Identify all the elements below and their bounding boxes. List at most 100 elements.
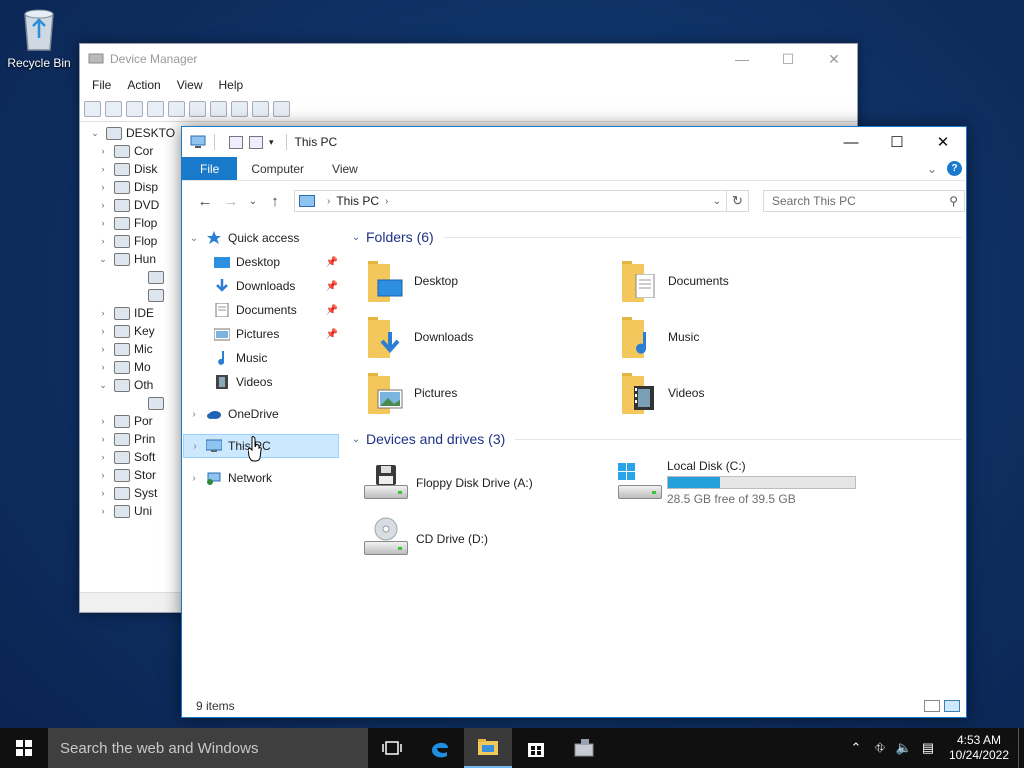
chevron-down-icon[interactable]: ⌄	[88, 128, 102, 139]
device-tree-item[interactable]: › Soft	[88, 448, 190, 466]
dm-minimize-button[interactable]: —	[719, 51, 765, 68]
enable-device-icon[interactable]	[273, 100, 290, 117]
uninstall-device-icon[interactable]	[252, 100, 269, 117]
explorer-titlebar[interactable]: ▾ This PC — ☐ ✕	[182, 127, 966, 157]
nav-item-music[interactable]: Music	[182, 346, 342, 370]
device-tree-item[interactable]: › Cor	[88, 142, 190, 160]
dm-menu-file[interactable]: File	[84, 78, 119, 92]
device-tree-item[interactable]	[88, 268, 190, 286]
chevron-down-icon[interactable]: ⌄	[348, 434, 364, 445]
close-button[interactable]: ✕	[920, 127, 966, 157]
chevron-right-icon[interactable]: ›	[96, 362, 110, 372]
properties-icon[interactable]	[126, 100, 143, 117]
update-driver-icon[interactable]	[231, 100, 248, 117]
chevron-right-icon[interactable]: ›	[96, 146, 110, 156]
nav-item-network[interactable]: › Network	[182, 466, 342, 490]
pin-icon[interactable]: 📌	[326, 305, 338, 316]
device-tree-item[interactable]: › Disk	[88, 160, 190, 178]
device-tree-item[interactable]: › Key	[88, 322, 190, 340]
chevron-right-icon[interactable]: ›	[96, 470, 110, 480]
device-tree-item[interactable]: › Uni	[88, 502, 190, 520]
drive-floppy[interactable]: Floppy Disk Drive (A:)	[348, 455, 602, 511]
start-button[interactable]	[0, 728, 48, 768]
device-manager-titlebar[interactable]: Device Manager — ☐ ✕	[80, 44, 857, 74]
device-tree-item[interactable]: › Por	[88, 412, 190, 430]
breadcrumb-separator[interactable]: ›	[385, 196, 388, 207]
device-tree-item[interactable]: › DVD	[88, 196, 190, 214]
devices-view-icon[interactable]	[189, 100, 206, 117]
dm-menu-view[interactable]: View	[169, 78, 211, 92]
folder-tile-pictures[interactable]: Pictures	[348, 365, 602, 421]
tab-computer[interactable]: Computer	[237, 157, 318, 180]
device-tree-item[interactable]: › Stor	[88, 466, 190, 484]
maximize-button[interactable]: ☐	[874, 127, 920, 157]
taskbar-device-manager-button[interactable]	[560, 728, 608, 768]
chevron-right-icon[interactable]: ›	[96, 344, 110, 354]
taskbar-search-input[interactable]: Search the web and Windows	[48, 728, 368, 768]
drive-cd[interactable]: CD Drive (D:)	[348, 511, 602, 567]
device-tree-item[interactable]	[88, 394, 190, 412]
chevron-right-icon[interactable]: ›	[96, 488, 110, 498]
dm-menu-help[interactable]: Help	[211, 78, 252, 92]
nav-item-pictures[interactable]: Pictures 📌	[182, 322, 342, 346]
chevron-right-icon[interactable]: ›	[96, 236, 110, 246]
device-tree-item[interactable]: ⌄ Oth	[88, 376, 190, 394]
tab-file[interactable]: File	[182, 157, 238, 180]
chevron-right-icon[interactable]: ›	[182, 409, 206, 420]
breadcrumb-separator[interactable]: ›	[327, 196, 330, 207]
help-icon[interactable]: ?	[947, 161, 962, 176]
chevron-right-icon[interactable]: ›	[96, 164, 110, 174]
dm-maximize-button[interactable]: ☐	[765, 51, 811, 68]
properties-icon[interactable]	[229, 135, 243, 149]
large-icons-view-icon[interactable]	[944, 700, 960, 712]
chevron-right-icon[interactable]: ›	[96, 452, 110, 462]
chevron-down-icon[interactable]: ⌄	[182, 233, 206, 244]
folder-tile-documents[interactable]: Documents	[602, 253, 856, 309]
chevron-right-icon[interactable]: ›	[96, 326, 110, 336]
pin-icon[interactable]: 📌	[326, 329, 338, 340]
nav-item-videos[interactable]: Videos	[182, 370, 342, 394]
folder-tile-music[interactable]: Music	[602, 309, 856, 365]
list-view-icon[interactable]	[147, 100, 164, 117]
device-tree-item[interactable]: › Flop	[88, 214, 190, 232]
nav-item-documents[interactable]: Documents 📌	[182, 298, 342, 322]
device-tree-item[interactable]: › Prin	[88, 430, 190, 448]
recent-locations-button[interactable]: ⌄	[244, 196, 262, 207]
details-view-icon[interactable]	[924, 700, 940, 712]
dm-menu-action[interactable]: Action	[119, 78, 168, 92]
chevron-right-icon[interactable]: ›	[184, 441, 206, 452]
clock[interactable]: 4:53 AM 10/24/2022	[940, 733, 1018, 763]
chevron-right-icon[interactable]: ›	[182, 473, 206, 484]
new-folder-icon[interactable]	[249, 135, 263, 149]
volume-muted-icon[interactable]: 🔈	[892, 740, 916, 756]
back-arrow-icon[interactable]	[84, 100, 101, 117]
show-desktop-button[interactable]	[1018, 728, 1024, 768]
up-button[interactable]: ↑	[262, 193, 288, 210]
address-dropdown-icon[interactable]: ⌄	[708, 196, 726, 207]
tab-view[interactable]: View	[318, 157, 372, 180]
chevron-down-icon[interactable]: ⌄	[96, 380, 110, 391]
file-explorer-window[interactable]: ▾ This PC — ☐ ✕ File Computer View ⌄ ? ←…	[181, 126, 967, 718]
network-status-icon[interactable]: ⛗	[868, 740, 892, 756]
dm-close-button[interactable]: ✕	[811, 51, 857, 68]
breadcrumb-this-pc[interactable]: This PC	[336, 194, 379, 208]
customize-toolbar-chevron-icon[interactable]: ▾	[269, 137, 274, 148]
device-tree-item[interactable]: ⌄ DESKTO	[88, 124, 190, 142]
drive-local-disk-c[interactable]: Local Disk (C:) 28.5 GB free of 39.5 GB	[602, 455, 856, 511]
notifications-icon[interactable]: ▤	[916, 740, 940, 756]
chevron-right-icon[interactable]: ›	[96, 182, 110, 192]
pin-icon[interactable]: 📌	[326, 257, 338, 268]
address-bar[interactable]: › This PC › ⌄ ↻	[294, 190, 749, 212]
nav-item-onedrive[interactable]: › OneDrive	[182, 402, 342, 426]
chevron-right-icon[interactable]: ›	[96, 200, 110, 210]
chevron-right-icon[interactable]: ›	[96, 434, 110, 444]
device-tree-item[interactable]: › Flop	[88, 232, 190, 250]
chevron-right-icon[interactable]: ›	[96, 218, 110, 228]
device-tree-item[interactable]: ⌄ Hun	[88, 250, 190, 268]
chevron-down-icon[interactable]: ⌄	[96, 254, 110, 265]
expand-ribbon-chevron-icon[interactable]: ⌄	[927, 162, 937, 176]
folders-group-header[interactable]: ⌄ Folders (6)	[348, 221, 962, 253]
drives-group-header[interactable]: ⌄ Devices and drives (3)	[348, 423, 962, 455]
taskbar-file-explorer-button[interactable]	[464, 728, 512, 768]
help-book-icon[interactable]	[168, 100, 185, 117]
